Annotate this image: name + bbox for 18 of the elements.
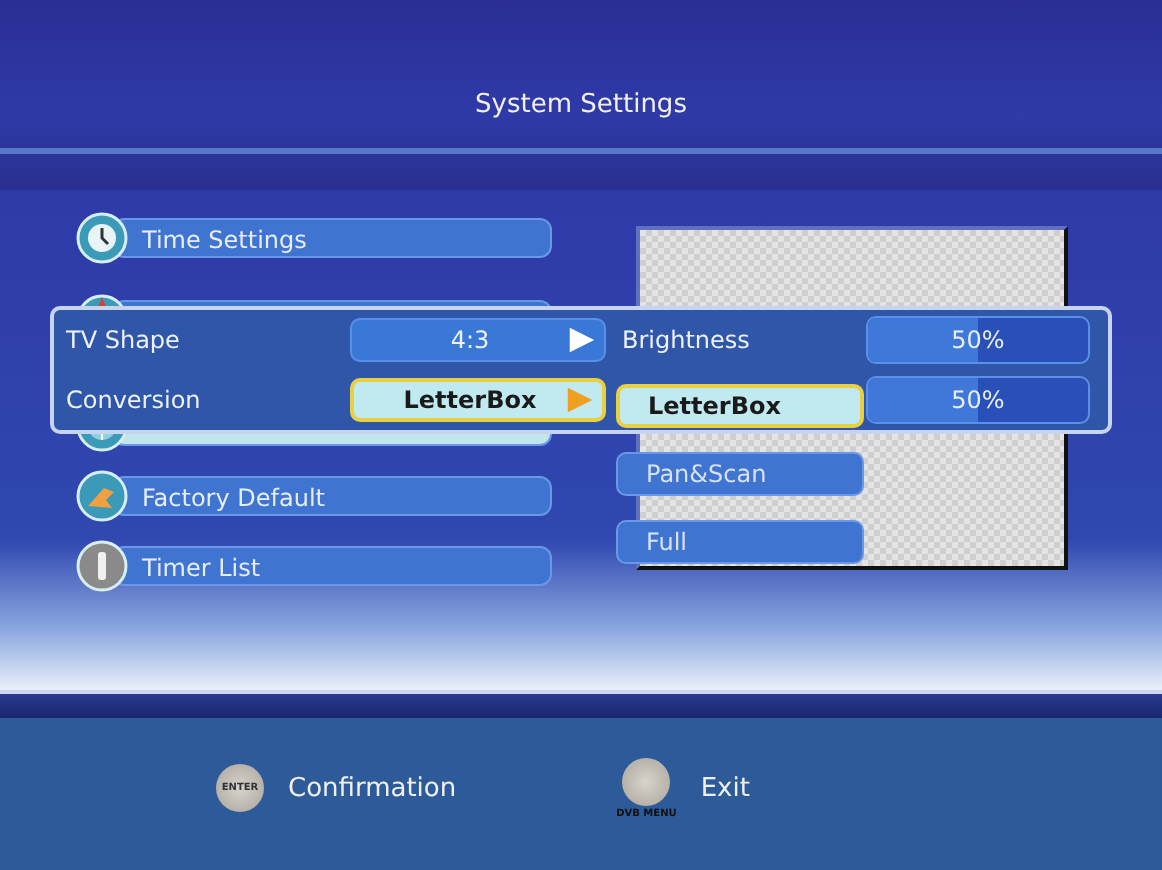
level-bar[interactable]: 50% <box>866 376 1090 424</box>
option-item[interactable]: Pan&Scan <box>616 452 864 496</box>
arrow-right-icon <box>568 326 596 354</box>
setting-value[interactable]: 4:3 <box>350 318 606 362</box>
hint-label: Exit <box>700 773 750 803</box>
window-title: System Settings <box>0 90 1162 154</box>
setting-label: TV Shape <box>66 326 182 354</box>
level-bar[interactable]: 50% <box>866 316 1090 364</box>
option-item[interactable]: Full <box>616 520 864 564</box>
clock-icon <box>76 211 128 263</box>
hint-label: Confirmation <box>288 773 457 803</box>
remote-key <box>622 757 671 805</box>
arrow-right-icon <box>566 386 594 414</box>
info-icon <box>76 539 128 591</box>
setting-value[interactable]: LetterBox <box>350 378 606 422</box>
setting-label: Conversion <box>66 386 203 414</box>
option-item[interactable]: LetterBox <box>616 384 864 428</box>
setting-label: Brightness <box>620 326 752 354</box>
